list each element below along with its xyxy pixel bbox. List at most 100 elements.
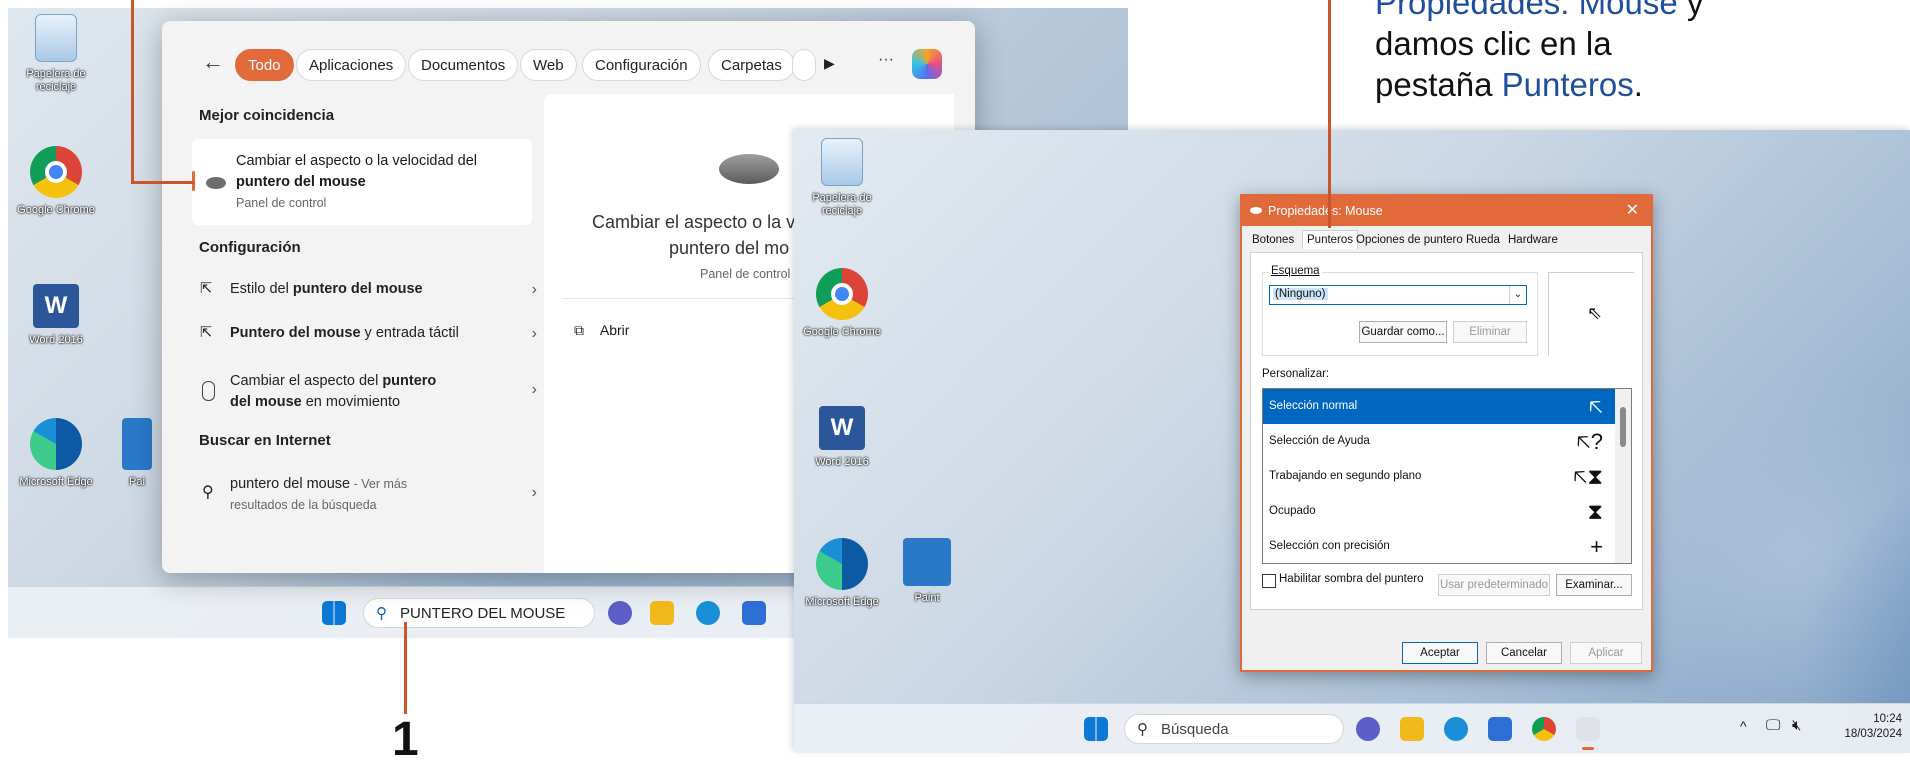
shadow-label: Habilitar sombra del puntero bbox=[1279, 573, 1424, 585]
filter-more-overflow[interactable] bbox=[792, 49, 816, 81]
working-cursor-icon: 🡤⧗ bbox=[1573, 464, 1603, 489]
best-match-heading: Mejor coincidencia bbox=[199, 107, 335, 124]
desktop-icon-word[interactable]: W Word 2016 bbox=[13, 284, 99, 347]
recycle-bin-icon bbox=[821, 138, 863, 186]
ok-button[interactable]: Aceptar bbox=[1402, 642, 1478, 664]
tab-punteros[interactable]: Punteros bbox=[1302, 230, 1359, 249]
taskbar-search-placeholder: Búsqueda bbox=[1161, 721, 1229, 738]
list-item[interactable]: Trabajando en segundo plano 🡤⧗ bbox=[1263, 459, 1615, 494]
copilot-icon[interactable] bbox=[912, 49, 942, 79]
desktop-icon-label: Microsoft Edge bbox=[19, 476, 93, 488]
chevron-right-icon: › bbox=[531, 484, 537, 501]
filter-carpetas[interactable]: Carpetas bbox=[708, 49, 795, 81]
cancel-button[interactable]: Cancelar bbox=[1486, 642, 1562, 664]
taskbar-search-box[interactable]: ⚲ Búsqueda bbox=[1124, 714, 1344, 744]
desktop-icon-edge[interactable]: Microsoft Edge bbox=[13, 418, 99, 489]
mouse-preview-icon bbox=[719, 154, 779, 184]
more-options-icon[interactable]: ··· bbox=[878, 51, 894, 69]
filter-scroll-right-icon[interactable]: ▶ bbox=[824, 55, 835, 72]
mouse-properties-taskbar-icon[interactable] bbox=[1576, 717, 1600, 741]
pointer-settings-icon: ⇱ bbox=[200, 325, 213, 341]
callout-tab-name: Punteros bbox=[1501, 66, 1634, 103]
store-icon[interactable] bbox=[742, 601, 766, 625]
chrome-taskbar-icon[interactable] bbox=[1532, 717, 1556, 741]
list-item[interactable]: Selección con precisión + bbox=[1263, 529, 1615, 563]
taskbar-search-query: PUNTERO DEL MOUSE bbox=[400, 605, 566, 622]
desktop-icon-chrome[interactable]: Google Chrome bbox=[799, 268, 885, 339]
customize-label: Personalizar: bbox=[1262, 368, 1330, 380]
save-as-button[interactable]: Guardar como... bbox=[1359, 321, 1447, 343]
desktop-icon-paint[interactable]: Pai bbox=[112, 418, 162, 489]
browse-button[interactable]: Examinar... bbox=[1556, 574, 1632, 596]
mouse-device-icon bbox=[202, 381, 215, 401]
mouse-icon bbox=[1250, 207, 1262, 214]
shadow-checkbox[interactable] bbox=[1262, 574, 1276, 588]
list-item[interactable]: Selección normal 🡤 bbox=[1263, 389, 1615, 424]
recycle-bin-icon bbox=[35, 14, 77, 62]
edge-taskbar-icon[interactable] bbox=[696, 601, 720, 625]
active-app-indicator bbox=[1582, 747, 1594, 750]
edge-icon bbox=[816, 538, 868, 590]
network-icon[interactable]: 🖵 bbox=[1766, 717, 1780, 734]
filter-aplicaciones[interactable]: Aplicaciones bbox=[296, 49, 407, 81]
teams-icon[interactable] bbox=[608, 601, 632, 625]
callout-dialog-name: Propiedades: Mouse bbox=[1375, 0, 1678, 21]
internet-result[interactable]: ⚲ puntero del mouse - Ver más resultados… bbox=[200, 474, 555, 516]
list-scrollbar[interactable] bbox=[1615, 389, 1631, 563]
tab-botones[interactable]: Botones bbox=[1252, 234, 1294, 246]
apply-button[interactable]: Aplicar bbox=[1570, 642, 1642, 664]
config-item-pointer-motion[interactable]: Cambiar el aspecto del puntero del mouse… bbox=[200, 371, 555, 413]
internet-result-bold: puntero del mouse bbox=[230, 476, 351, 492]
edge-taskbar-icon[interactable] bbox=[1444, 717, 1468, 741]
list-item[interactable]: Ocupado ⧗ bbox=[1263, 494, 1615, 529]
list-item[interactable]: Selección de Ayuda 🡤? bbox=[1263, 424, 1615, 459]
scrollbar-thumb[interactable] bbox=[1620, 407, 1626, 447]
teams-icon[interactable] bbox=[1356, 717, 1380, 741]
filter-web[interactable]: Web bbox=[520, 49, 577, 81]
best-match-result[interactable]: Cambiar el aspecto o la velocidad del pu… bbox=[192, 139, 532, 225]
callout-line3-prefix: pestaña bbox=[1375, 66, 1502, 103]
desktop-icon-chrome[interactable]: Google Chrome bbox=[13, 146, 99, 217]
tab-rueda[interactable]: Rueda bbox=[1466, 234, 1500, 246]
desktop-icon-recycle-bin[interactable]: Papelera de reciclaje bbox=[799, 138, 885, 218]
desktop-icon-paint[interactable]: Paint bbox=[892, 538, 962, 605]
volume-muted-icon[interactable]: 🔇︎ bbox=[1792, 717, 1801, 734]
store-icon[interactable] bbox=[1488, 717, 1512, 741]
cursor-list[interactable]: Selección normal 🡤 Selección de Ayuda 🡤?… bbox=[1262, 388, 1632, 564]
scheme-select[interactable]: (Ninguno) ⌄ bbox=[1269, 285, 1527, 305]
open-action[interactable]: ⧉ Abrir bbox=[574, 322, 629, 339]
file-explorer-icon[interactable] bbox=[650, 601, 674, 625]
chevron-up-icon[interactable]: ^ bbox=[1740, 718, 1747, 734]
taskbar-search-box[interactable]: ⚲ PUNTERO DEL MOUSE bbox=[363, 598, 595, 628]
desktop-icon-edge[interactable]: Microsoft Edge bbox=[799, 538, 885, 609]
chevron-right-icon: › bbox=[531, 281, 537, 298]
scheme-label: Esquema bbox=[1269, 265, 1322, 277]
clock[interactable]: 10:24 18/03/2024 bbox=[1824, 712, 1902, 742]
cursor-name: Selección de Ayuda bbox=[1269, 435, 1370, 447]
tab-hardware[interactable]: Hardware bbox=[1508, 234, 1558, 246]
tab-opciones-de-puntero[interactable]: Opciones de puntero bbox=[1356, 234, 1463, 246]
chrome-icon bbox=[816, 268, 868, 320]
arrow-cursor-icon: 🡤 bbox=[1588, 394, 1603, 419]
config-item-text: en movimiento bbox=[301, 394, 401, 410]
internet-heading: Buscar en Internet bbox=[199, 432, 331, 449]
filter-configuracion[interactable]: Configuración bbox=[582, 49, 701, 81]
edge-icon bbox=[30, 418, 82, 470]
windows-start-icon[interactable] bbox=[322, 601, 346, 625]
filter-documentos[interactable]: Documentos bbox=[408, 49, 519, 81]
config-item-text: y entrada táctil bbox=[360, 325, 459, 341]
windows-start-icon[interactable] bbox=[1084, 717, 1108, 741]
close-icon[interactable]: ✕ bbox=[1626, 196, 1639, 226]
best-match-title-line1: Cambiar el aspecto o la velocidad del bbox=[236, 153, 477, 169]
filter-todo[interactable]: Todo bbox=[235, 49, 294, 81]
use-default-button[interactable]: Usar predeterminado bbox=[1438, 574, 1550, 596]
back-arrow-icon[interactable]: ← bbox=[202, 49, 224, 75]
callout-text: Propiedades: Mouse y damos clic en la pe… bbox=[1375, 0, 1703, 105]
desktop-icon-word[interactable]: W Word 2016 bbox=[799, 406, 885, 469]
desktop-icon-recycle-bin[interactable]: Papelera de reciclaje bbox=[13, 14, 99, 94]
delete-button[interactable]: Eliminar bbox=[1453, 321, 1527, 343]
file-explorer-icon[interactable] bbox=[1400, 717, 1424, 741]
cursor-name: Trabajando en segundo plano bbox=[1269, 470, 1422, 482]
desktop-icon-label: Pai bbox=[129, 476, 145, 488]
dialog-title-bar[interactable]: Propiedades: Mouse ✕ bbox=[1242, 196, 1651, 226]
